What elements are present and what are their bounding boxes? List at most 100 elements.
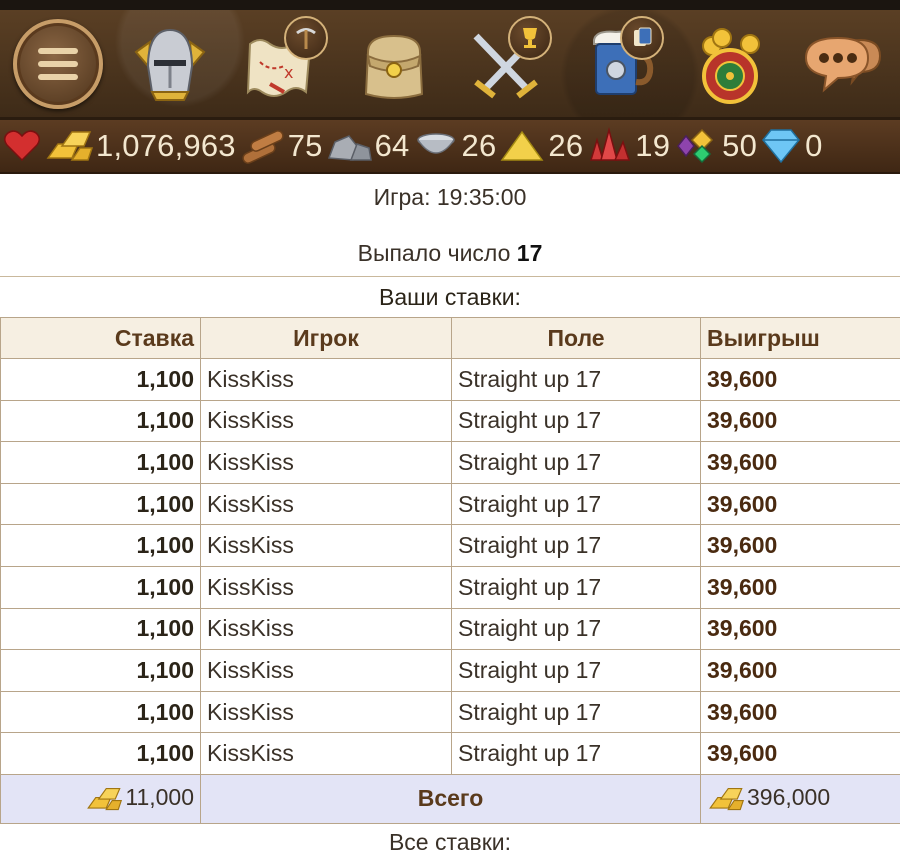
chat-button[interactable] [794, 16, 890, 112]
player-cell: KissKiss [201, 525, 452, 567]
gold-amount: 1,076,963 [96, 128, 236, 164]
iron-amount: 26 [462, 128, 497, 164]
gold-bars-icon [44, 126, 94, 166]
table-row: 1,100 KissKiss Straight up 17 39,600 [1, 650, 900, 692]
your-bets-title: Ваши ставки: [0, 276, 900, 317]
your-bets-table: Ставка Игрок Поле Выигрыш 1,100 KissKiss… [0, 317, 900, 824]
resource-sulfur: 26 [498, 126, 585, 166]
resource-diamonds: 0 [759, 126, 824, 166]
backpack-icon [352, 22, 436, 106]
red-crystals-icon [585, 126, 633, 166]
player-cell: KissKiss [201, 691, 452, 733]
field-cell: Straight up 17 [452, 359, 701, 401]
stake-cell: 1,100 [1, 608, 201, 650]
win-cell: 39,600 [701, 442, 900, 484]
stake-cell: 1,100 [1, 400, 201, 442]
table-row: 1,100 KissKiss Straight up 17 39,600 [1, 566, 900, 608]
field-cell: Straight up 17 [452, 691, 701, 733]
knight-helmet-icon [128, 22, 212, 106]
player-cell: KissKiss [201, 442, 452, 484]
table-row: 1,100 KissKiss Straight up 17 39,600 [1, 442, 900, 484]
resource-gold: 1,076,963 [44, 126, 238, 166]
bag-button[interactable] [346, 16, 442, 112]
win-cell: 39,600 [701, 483, 900, 525]
column-header-win: Выигрыш [701, 318, 900, 359]
win-cell: 39,600 [701, 650, 900, 692]
win-cell: 39,600 [701, 566, 900, 608]
trophy-icon [508, 16, 552, 60]
diamonds-amount: 0 [805, 128, 822, 164]
win-cell: 39,600 [701, 608, 900, 650]
resource-gems: 50 [672, 126, 759, 166]
resource-stone: 64 [325, 126, 412, 166]
field-cell: Straight up 17 [452, 442, 701, 484]
total-stake-cell: 11,000 [1, 774, 201, 823]
player-cell: KissKiss [201, 608, 452, 650]
table-row: 1,100 KissKiss Straight up 17 39,600 [1, 525, 900, 567]
player-cell: KissKiss [201, 733, 452, 775]
field-cell: Straight up 17 [452, 733, 701, 775]
table-row: 1,100 KissKiss Straight up 17 39,600 [1, 483, 900, 525]
wood-amount: 75 [288, 128, 323, 164]
stake-cell: 1,100 [1, 483, 201, 525]
rolled-number-line: Выпало число 17 [0, 238, 900, 268]
win-cell: 39,600 [701, 400, 900, 442]
player-cell: KissKiss [201, 359, 452, 401]
field-cell: Straight up 17 [452, 608, 701, 650]
total-stake-value: 11,000 [125, 784, 194, 810]
chat-bubble-icon [800, 22, 884, 106]
rolled-label: Выпало число [358, 240, 511, 266]
gems-icon [672, 126, 720, 166]
stake-cell: 1,100 [1, 359, 201, 401]
cards-icon [620, 16, 664, 60]
player-cell: KissKiss [201, 566, 452, 608]
stake-cell: 1,100 [1, 691, 201, 733]
column-header-stake: Ставка [1, 318, 201, 359]
stake-cell: 1,100 [1, 650, 201, 692]
win-cell: 39,600 [701, 691, 900, 733]
resource-iron: 26 [412, 126, 499, 166]
map-button[interactable]: x [234, 16, 330, 112]
sulfur-amount: 26 [548, 128, 583, 164]
stake-cell: 1,100 [1, 442, 201, 484]
tavern-button[interactable] [570, 16, 666, 112]
field-cell: Straight up 17 [452, 566, 701, 608]
table-row: 1,100 KissKiss Straight up 17 39,600 [1, 691, 900, 733]
stake-cell: 1,100 [1, 733, 201, 775]
field-cell: Straight up 17 [452, 483, 701, 525]
wood-logs-icon [238, 126, 286, 166]
resource-wood: 75 [238, 126, 325, 166]
svg-text:x: x [284, 63, 293, 82]
gems-amount: 50 [722, 128, 757, 164]
status-strip [0, 0, 900, 10]
column-header-player: Игрок [201, 318, 452, 359]
resource-health [2, 126, 44, 166]
field-cell: Straight up 17 [452, 400, 701, 442]
knight-button[interactable] [122, 16, 218, 112]
game-time: Игра: 19:35:00 [0, 182, 900, 212]
table-header-row: Ставка Игрок Поле Выигрыш [1, 318, 900, 359]
diamond-icon [759, 126, 803, 166]
battle-button[interactable] [458, 16, 554, 112]
resource-bar: 1,076,963 75 64 26 26 19 50 0 [0, 120, 900, 174]
heart-icon [2, 126, 42, 166]
win-cell: 39,600 [701, 359, 900, 401]
win-cell: 39,600 [701, 525, 900, 567]
field-cell: Straight up 17 [452, 650, 701, 692]
crystals-amount: 19 [635, 128, 670, 164]
rolled-number: 17 [517, 240, 543, 266]
stake-cell: 1,100 [1, 566, 201, 608]
table-row: 1,100 KissKiss Straight up 17 39,600 [1, 359, 900, 401]
menu-icon [13, 19, 103, 109]
total-row: 11,000 Всего 396,000 [1, 774, 900, 823]
all-bets-title: Все ставки: [0, 824, 900, 860]
casino-button[interactable] [682, 16, 778, 112]
pickaxe-icon [284, 16, 328, 60]
main-toolbar: x [0, 10, 900, 120]
menu-button[interactable] [10, 16, 106, 112]
player-cell: KissKiss [201, 483, 452, 525]
total-win-value: 396,000 [747, 784, 830, 810]
table-row: 1,100 KissKiss Straight up 17 39,600 [1, 608, 900, 650]
sulfur-pile-icon [498, 126, 546, 166]
stake-cell: 1,100 [1, 525, 201, 567]
